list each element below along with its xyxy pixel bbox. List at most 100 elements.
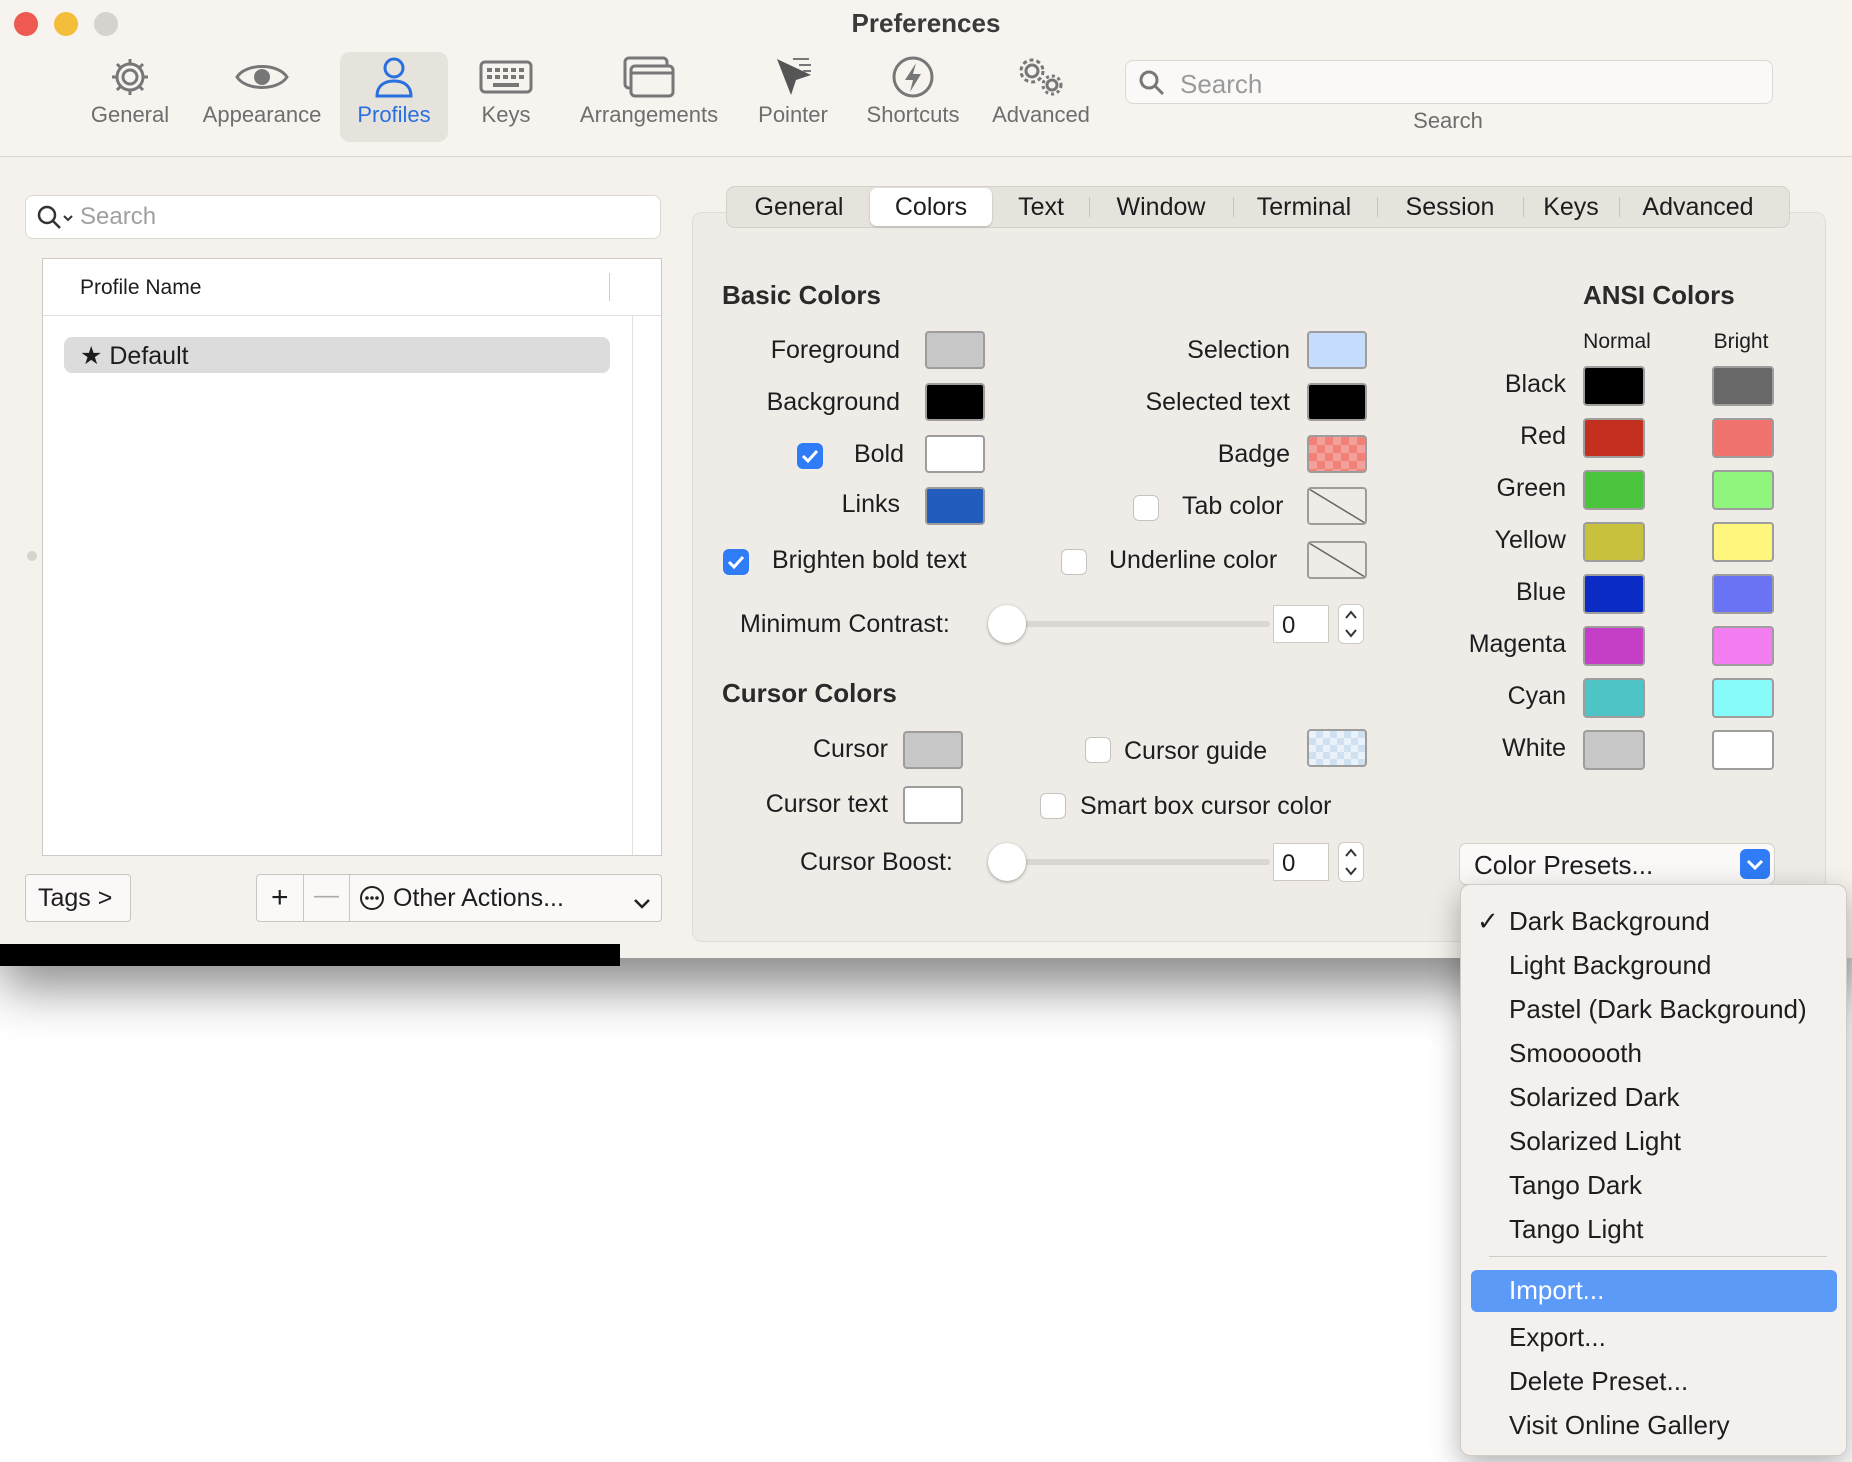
- tab-color-well[interactable]: [1307, 487, 1367, 525]
- min-contrast-field[interactable]: 0: [1273, 605, 1329, 643]
- ellipsis-circle-icon: [359, 885, 385, 918]
- menu-item-preset[interactable]: Solarized Light: [1461, 1122, 1846, 1162]
- search-label: Search: [1413, 108, 1483, 133]
- menu-item-preset[interactable]: ✓ Dark Background: [1461, 902, 1846, 942]
- remove-profile-button[interactable]: —: [314, 881, 339, 910]
- selected-text-color-well[interactable]: [1307, 383, 1367, 421]
- menu-item-preset[interactable]: Tango Dark: [1461, 1166, 1846, 1206]
- ansi-bright-color-well[interactable]: [1712, 366, 1774, 406]
- tab-window[interactable]: Window: [1091, 187, 1231, 227]
- foreground-color-well[interactable]: [925, 331, 985, 369]
- ansi-bright-color-well[interactable]: [1712, 574, 1774, 614]
- toolbar: Preferences General Appearance Profiles …: [0, 0, 1852, 157]
- tab-advanced[interactable]: Advanced: [1621, 187, 1775, 227]
- menu-item-label: Tango Dark: [1509, 1170, 1642, 1200]
- ansi-normal-color-well[interactable]: [1583, 626, 1645, 666]
- cursor-boost-knob[interactable]: [988, 843, 1026, 881]
- cursor-boost-field[interactable]: 0: [1273, 843, 1329, 881]
- tab-text[interactable]: Text: [995, 187, 1087, 227]
- toolbar-arrangements[interactable]: Arrangements: [568, 52, 730, 142]
- menu-item-preset[interactable]: Pastel (Dark Background): [1461, 990, 1846, 1030]
- toolbar-advanced[interactable]: Advanced: [985, 52, 1097, 142]
- other-actions-popup[interactable]: Other Actions...: [349, 875, 661, 921]
- background-color-well[interactable]: [925, 383, 985, 421]
- menu-item-preset[interactable]: Smoooooth: [1461, 1034, 1846, 1074]
- color-presets-popup[interactable]: Color Presets...: [1459, 843, 1775, 885]
- ansi-bright-color-well[interactable]: [1712, 730, 1774, 770]
- ansi-normal-color-well[interactable]: [1583, 678, 1645, 718]
- ansi-normal-color-well[interactable]: [1583, 730, 1645, 770]
- windows-icon: [568, 52, 730, 102]
- selection-label: Selection: [1187, 336, 1290, 364]
- menu-item-preset[interactable]: Solarized Dark: [1461, 1078, 1846, 1118]
- selection-color-well[interactable]: [1307, 331, 1367, 369]
- underline-color-checkbox[interactable]: [1061, 549, 1087, 575]
- menu-item-preset[interactable]: Tango Light: [1461, 1210, 1846, 1250]
- tab-color-checkbox[interactable]: [1133, 495, 1159, 521]
- min-contrast-stepper[interactable]: [1338, 604, 1364, 644]
- menu-item-delete-preset[interactable]: Delete Preset...: [1461, 1362, 1846, 1402]
- toolbar-appearance[interactable]: Appearance: [194, 52, 330, 142]
- cursor-guide-checkbox[interactable]: [1085, 737, 1111, 763]
- profile-row-default[interactable]: ★ Default: [64, 337, 610, 373]
- split-handle[interactable]: [27, 551, 37, 561]
- toolbar-profiles[interactable]: Profiles: [340, 52, 448, 142]
- menu-item-label: Delete Preset...: [1509, 1366, 1689, 1396]
- profile-search-field[interactable]: Search: [25, 195, 661, 239]
- list-scroll-divider: [632, 315, 633, 855]
- ansi-normal-color-well[interactable]: [1583, 366, 1645, 406]
- tab-terminal[interactable]: Terminal: [1235, 187, 1373, 227]
- color-presets-menu: ✓ Dark Background Light Background Pastel…: [1460, 884, 1847, 1456]
- toolbar-pointer[interactable]: Pointer: [748, 52, 838, 142]
- tags-button[interactable]: Tags >: [25, 874, 131, 922]
- tab-color-label: Tab color: [1182, 492, 1284, 520]
- profile-name-column-header[interactable]: Profile Name: [43, 259, 661, 316]
- badge-color-well[interactable]: [1307, 435, 1367, 473]
- toolbar-label: Arrangements: [579, 102, 719, 127]
- add-profile-button[interactable]: +: [271, 881, 289, 915]
- tab-session[interactable]: Session: [1379, 187, 1521, 227]
- ansi-bright-color-well[interactable]: [1712, 470, 1774, 510]
- colors-pane: [692, 212, 1826, 942]
- toolbar-general[interactable]: General: [76, 52, 184, 142]
- ansi-bright-color-well[interactable]: [1712, 626, 1774, 666]
- menu-item-label: Visit Online Gallery: [1509, 1410, 1730, 1440]
- menu-item-visit-gallery[interactable]: Visit Online Gallery: [1461, 1406, 1846, 1446]
- ansi-normal-color-well[interactable]: [1583, 470, 1645, 510]
- ansi-bright-color-well[interactable]: [1712, 678, 1774, 718]
- menu-item-preset[interactable]: Light Background: [1461, 946, 1846, 986]
- min-contrast-knob[interactable]: [988, 605, 1026, 643]
- menu-item-import[interactable]: Import...: [1471, 1270, 1837, 1312]
- ansi-normal-color-well[interactable]: [1583, 522, 1645, 562]
- bold-color-well[interactable]: [925, 435, 985, 473]
- cursor-text-color-well[interactable]: [903, 786, 963, 824]
- links-color-well[interactable]: [925, 487, 985, 525]
- cursor-guide-color-well[interactable]: [1307, 729, 1367, 767]
- tab-general[interactable]: General: [737, 187, 861, 227]
- toolbar-label: General: [90, 102, 170, 127]
- cursor-boost-slider[interactable]: [1000, 859, 1270, 865]
- divider: [303, 875, 304, 921]
- bold-label: Bold: [853, 440, 904, 468]
- toolbar-keys[interactable]: Keys: [458, 52, 554, 142]
- brighten-bold-label: Brighten bold text: [772, 546, 967, 574]
- tab-colors[interactable]: Colors: [870, 188, 992, 226]
- ansi-normal-color-well[interactable]: [1583, 418, 1645, 458]
- toolbar-shortcuts[interactable]: Shortcuts: [855, 52, 971, 142]
- min-contrast-slider[interactable]: [1000, 621, 1270, 627]
- star-icon: ★: [80, 342, 103, 370]
- search-placeholder: Search: [80, 203, 157, 230]
- cursor-color-well[interactable]: [903, 731, 963, 769]
- underline-color-well[interactable]: [1307, 541, 1367, 579]
- preferences-search-field[interactable]: Search: [1125, 60, 1773, 104]
- menu-item-export[interactable]: Export...: [1461, 1318, 1846, 1358]
- smart-box-checkbox[interactable]: [1040, 793, 1066, 819]
- ansi-bright-color-well[interactable]: [1712, 522, 1774, 562]
- ansi-bright-color-well[interactable]: [1712, 418, 1774, 458]
- ansi-row-label: Blue: [1515, 578, 1566, 606]
- ansi-normal-color-well[interactable]: [1583, 574, 1645, 614]
- cursor-boost-stepper[interactable]: [1338, 842, 1364, 882]
- brighten-bold-checkbox[interactable]: [723, 549, 749, 575]
- chevron-down-icon: [1740, 849, 1770, 879]
- tab-keys[interactable]: Keys: [1525, 187, 1617, 227]
